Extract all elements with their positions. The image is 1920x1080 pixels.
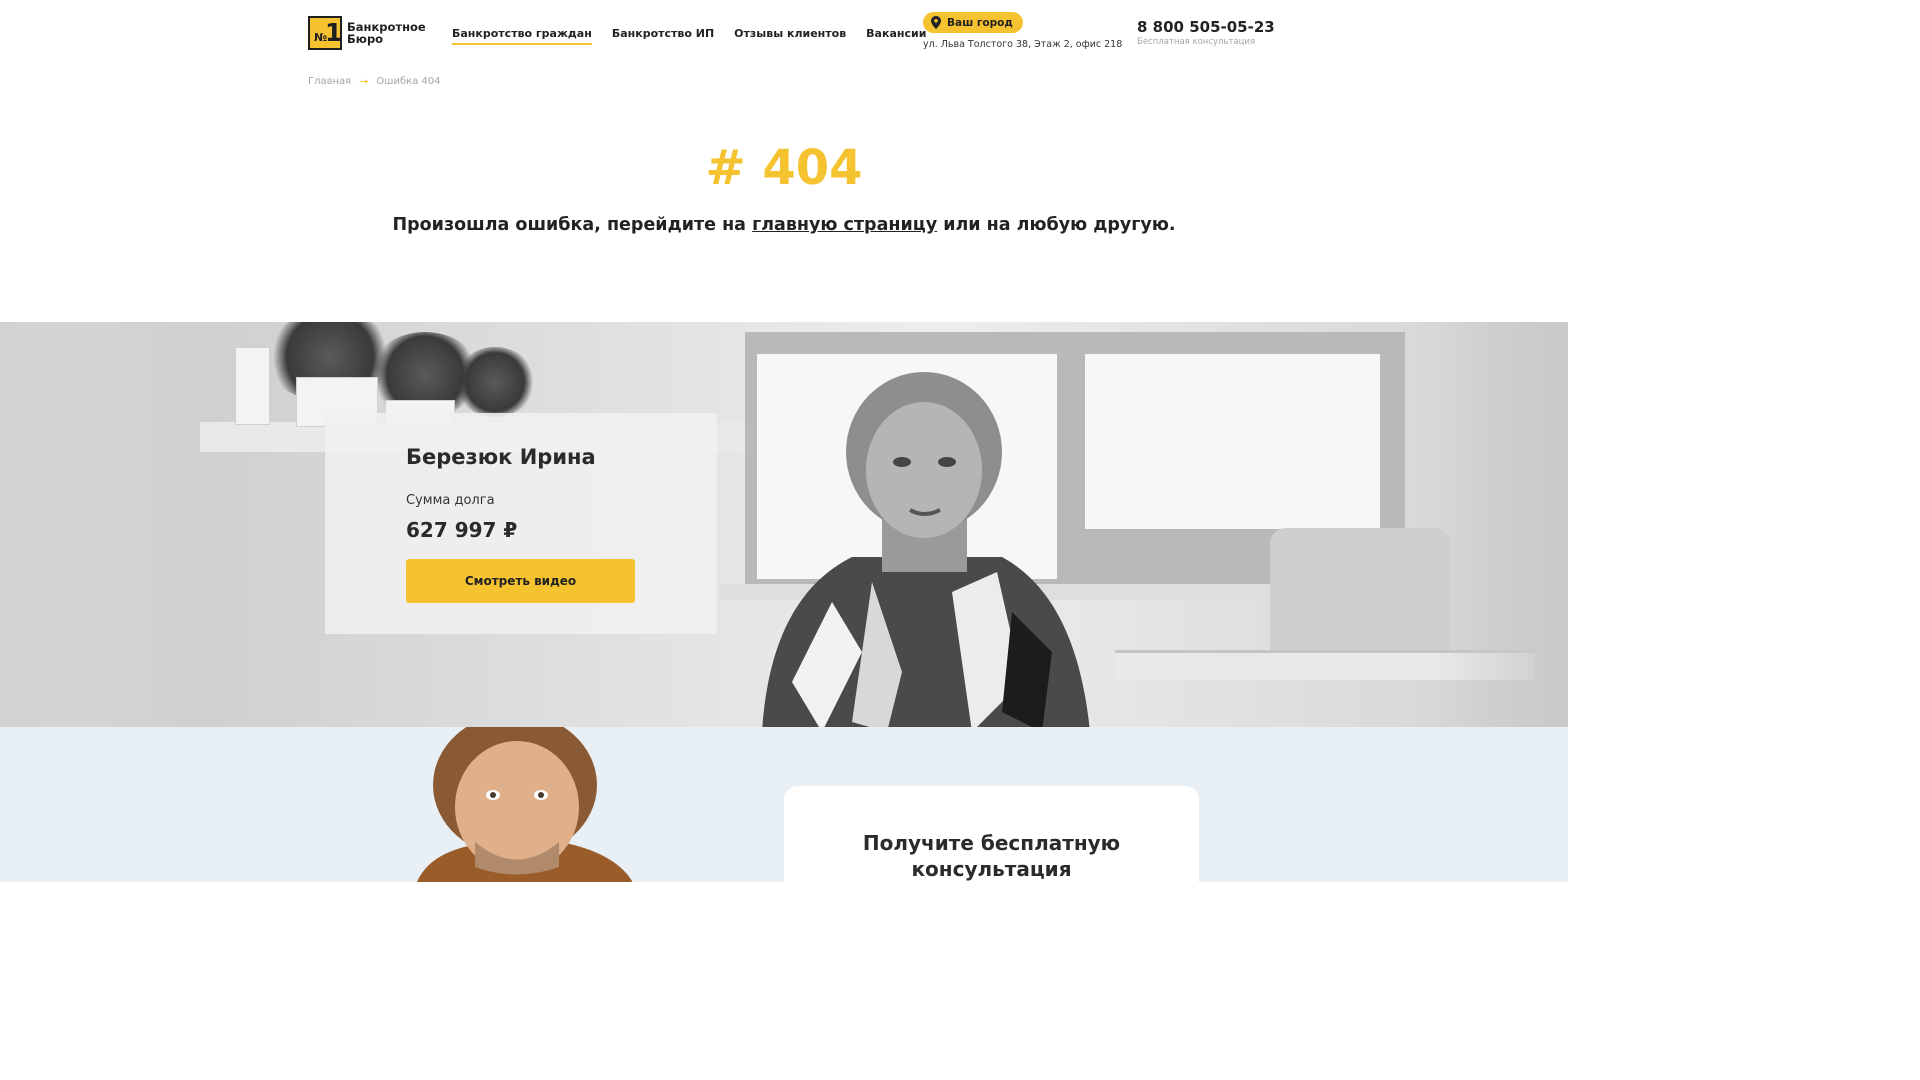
office-address: ул. Льва Толстого 38, Этаж 2, офис 218: [923, 39, 1123, 50]
logo-text: Банкротное Бюро: [347, 20, 426, 46]
city-select-button[interactable]: Ваш город: [923, 12, 1023, 33]
map-pin-icon: [931, 16, 941, 29]
nav-item-bankruptcy-citizens[interactable]: Банкротство граждан: [452, 27, 592, 45]
debt-label: Сумма долга: [406, 493, 495, 508]
nav-item-vacancies[interactable]: Вакансии: [866, 27, 926, 45]
breadcrumb: Главная → Ошибка 404: [308, 75, 441, 88]
review-card: Березюк Ирина Сумма долга 627 997 ₽ Смот…: [325, 413, 717, 634]
nav-item-reviews[interactable]: Отзывы клиентов: [734, 27, 846, 45]
site-header: № 1 Банкротное Бюро Банкротство граждан …: [0, 0, 1568, 66]
city-select-label: Ваш город: [947, 16, 1013, 29]
error-message: Произошла ошибка, перейдите на главную с…: [0, 215, 1568, 235]
phone-link[interactable]: 8 800 505-05-23: [1137, 18, 1275, 36]
home-page-link[interactable]: главную страницу: [752, 215, 937, 235]
consultant-photo: [417, 727, 633, 882]
watch-video-button[interactable]: Смотреть видео: [406, 559, 635, 603]
client-photo: [762, 372, 1090, 727]
consultation-title-line1: Получите бесплатную: [862, 831, 1121, 855]
logo-mark-number: 1: [325, 18, 343, 47]
breadcrumb-current: Ошибка 404: [376, 76, 441, 87]
debt-amount: 627 997 ₽: [406, 518, 518, 542]
consultation-title-line2: консультация: [911, 857, 1072, 881]
main-nav: Банкротство граждан Банкротство ИП Отзыв…: [452, 27, 946, 45]
error-text-after: или на любую другую.: [937, 215, 1176, 235]
nav-item-bankruptcy-ip[interactable]: Банкротство ИП: [612, 27, 714, 45]
consultation-form-card: Получите бесплатную консультация: [784, 786, 1199, 882]
plant-pot: [235, 347, 270, 425]
phone-caption: Бесплатная консультация: [1137, 37, 1256, 47]
consultation-title: Получите бесплатную консультация: [784, 830, 1199, 882]
logo-line2: Бюро: [347, 32, 384, 46]
consultation-section: Получите бесплатную консультация: [0, 727, 1568, 882]
logo[interactable]: № 1 Банкротное Бюро: [308, 16, 426, 50]
client-name: Березюк Ирина: [406, 445, 596, 469]
plant-image: [455, 347, 535, 417]
client-review-banner: Березюк Ирина Сумма долга 627 997 ₽ Смот…: [0, 322, 1568, 727]
error-text-before: Произошла ошибка, перейдите на: [392, 215, 753, 235]
banner-fade-right: [1438, 322, 1568, 727]
breadcrumb-arrow-icon: →: [359, 75, 369, 88]
logo-mark: № 1: [308, 16, 342, 50]
breadcrumb-home[interactable]: Главная: [308, 76, 351, 87]
banner-fade-left: [0, 322, 220, 727]
error-code: # 404: [705, 140, 863, 196]
